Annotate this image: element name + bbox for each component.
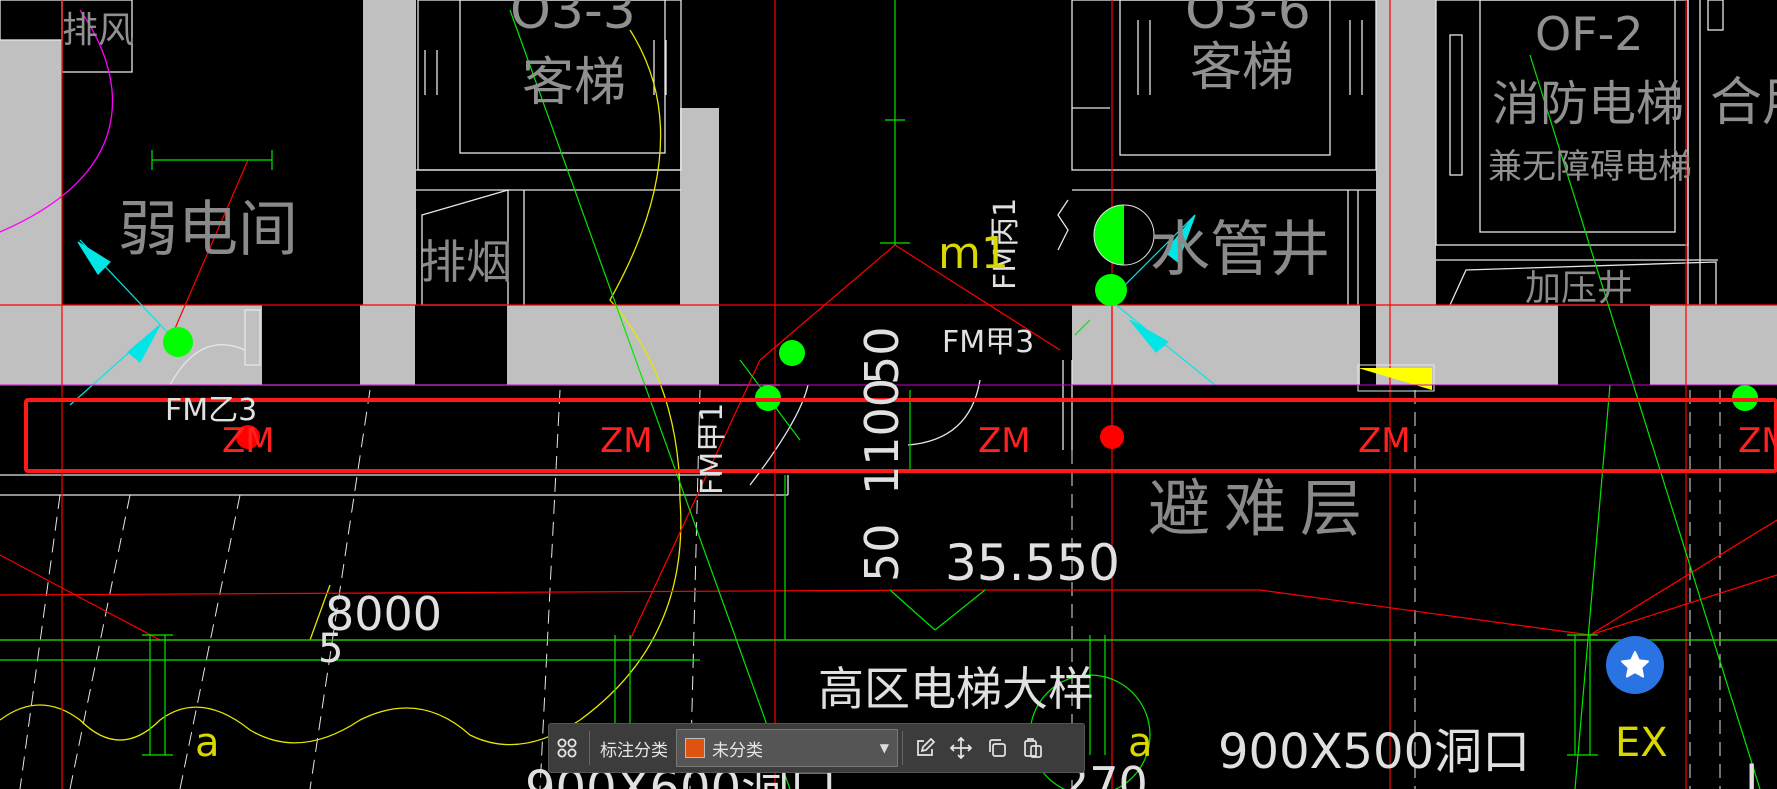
dimension-1100: 1100 — [855, 378, 909, 495]
toolbar-divider — [902, 731, 903, 765]
star-icon — [1621, 651, 1649, 678]
zm-tag-3: ZM — [978, 421, 1031, 461]
dimension-50-bottom: 50 — [855, 523, 909, 582]
fire-elevator-code: OF-2 — [1535, 7, 1644, 61]
zm-tag-4: ZM — [1358, 421, 1411, 461]
right-edge-label: 合用 — [1710, 73, 1777, 133]
door-opening — [262, 305, 360, 385]
label-l: l — [1745, 756, 1758, 789]
barrier-free-label: 兼无障碍电梯 — [1488, 147, 1692, 187]
elevator-code-o3-6: O3-6 — [1185, 0, 1311, 41]
span-small-dimension: 5 — [318, 626, 343, 672]
elevator-label-o3-6: 客梯 — [1190, 38, 1294, 98]
weak-current-room-label: 弱电间 — [118, 195, 298, 265]
category-select[interactable]: 未分类 ▼ — [676, 729, 898, 767]
annotation-toolbar: 标注分类 未分类 ▼ — [548, 723, 1085, 773]
elevation-label: 35.550 — [945, 534, 1120, 592]
category-select-value: 未分类 — [712, 740, 763, 761]
toolbar-divider — [589, 731, 590, 765]
chevron-down-icon: ▼ — [879, 741, 889, 755]
elevator-detail-title: 高区电梯大样 — [818, 662, 1094, 716]
move-icon[interactable] — [943, 730, 979, 766]
dimension-50-top: 50 — [855, 326, 909, 385]
paste-icon[interactable] — [1015, 730, 1051, 766]
category-color-swatch — [685, 738, 705, 758]
opening-900x500-label: 900X500洞口 — [1218, 724, 1530, 780]
elevator-code-o3-3: O3-3 — [510, 0, 636, 41]
refuge-floor-label: 避难层 — [1148, 472, 1376, 545]
pressurization-shaft-label: 加压井 — [1525, 268, 1633, 309]
label-a-left: a — [195, 720, 220, 766]
yellow-marker — [1358, 368, 1432, 390]
exhaust-label: 排风 — [62, 10, 134, 51]
half-circle-marker — [1093, 204, 1155, 266]
copy-icon[interactable] — [979, 730, 1015, 766]
door-tag-fm-jia1: FM甲1 — [695, 403, 730, 495]
label-a-right: a — [1128, 720, 1153, 766]
label-ex: EX — [1615, 720, 1668, 766]
zm-tag-5: ZM — [1738, 421, 1777, 461]
smoke-exhaust-label: 排烟 — [420, 235, 512, 289]
cad-canvas[interactable]: 排风 O3-3 客梯 O3-6 客梯 OF-2 消防电梯 兼无障碍电梯 合用 弱… — [0, 0, 1777, 789]
classify-label: 标注分类 — [600, 740, 668, 761]
zm-tag-2: ZM — [600, 421, 653, 461]
edit-icon[interactable] — [907, 730, 943, 766]
grid-apps-icon[interactable] — [549, 730, 585, 766]
door-tag-m1: m1 — [938, 228, 1009, 279]
favorite-fab-button[interactable] — [1606, 636, 1664, 694]
zm-tag-1: ZM — [222, 421, 275, 461]
water-pipe-shaft-label: 水管井 — [1150, 215, 1330, 285]
elevator-label-o3-3: 客梯 — [522, 53, 626, 113]
door-tag-fm-jia3: FM甲3 — [942, 325, 1034, 360]
fire-elevator-label: 消防电梯 — [1492, 76, 1684, 132]
